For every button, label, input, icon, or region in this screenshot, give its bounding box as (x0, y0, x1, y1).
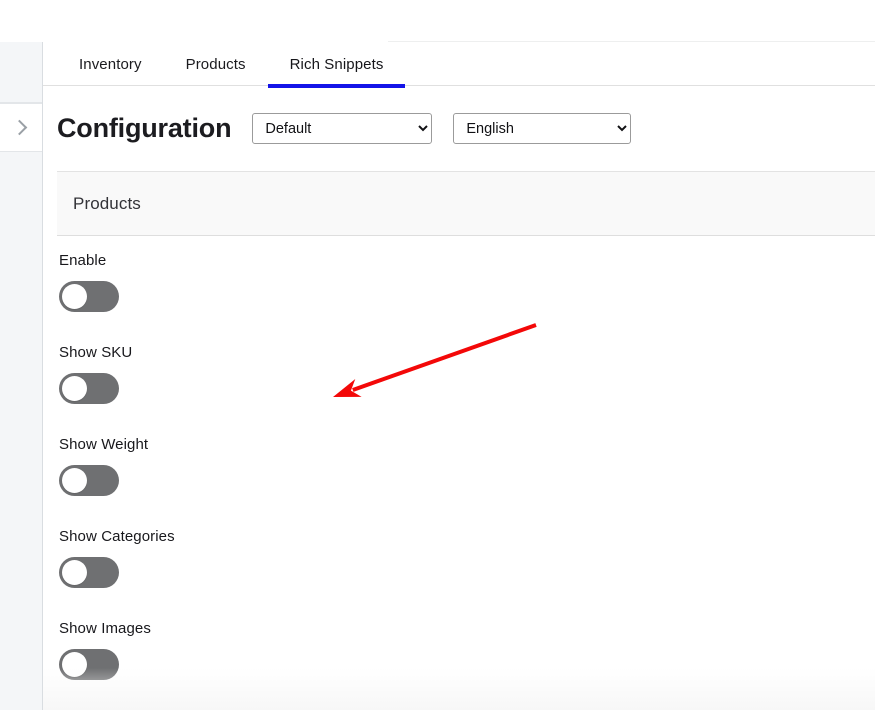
scope-select[interactable]: Default (252, 113, 433, 144)
tab-rich-snippets[interactable]: Rich Snippets (267, 42, 406, 88)
toggle-knob (62, 376, 87, 401)
field-label: Show Images (59, 620, 151, 637)
configuration-header: Configuration Default English (43, 86, 875, 171)
app-root: Inventory Products Rich Snippets Configu… (0, 0, 875, 710)
field-label: Show SKU (59, 344, 133, 361)
toggle-show-weight[interactable] (59, 465, 119, 496)
toggle-show-images[interactable] (59, 649, 119, 680)
field-label: Show Weight (59, 436, 149, 453)
tab-bar: Inventory Products Rich Snippets (43, 42, 875, 88)
sidebar-lower-strip (0, 152, 42, 710)
page-title: Configuration (57, 113, 232, 143)
field-show-images: Show Images (59, 620, 875, 680)
toggle-knob (62, 284, 87, 309)
chevron-right-icon (11, 119, 28, 136)
main-content: Inventory Products Rich Snippets Configu… (43, 42, 875, 710)
window-top-strip (0, 0, 875, 42)
field-show-categories: Show Categories (59, 528, 875, 588)
field-label: Show Categories (59, 528, 175, 545)
sidebar-expand-button[interactable] (0, 103, 42, 152)
toggle-show-sku[interactable] (59, 373, 119, 404)
tab-inventory[interactable]: Inventory (57, 42, 164, 86)
locale-select[interactable]: English (453, 113, 632, 144)
collapsed-sidebar (0, 42, 43, 710)
section-title: Products (73, 193, 141, 213)
toggle-show-categories[interactable] (59, 557, 119, 588)
field-show-sku: Show SKU (59, 344, 875, 404)
toggle-enable[interactable] (59, 281, 119, 312)
tab-products[interactable]: Products (164, 42, 268, 86)
products-section: Products (57, 171, 875, 236)
settings-list: Enable Show SKU Show Weight Show Categor… (43, 236, 875, 680)
field-enable: Enable (59, 252, 875, 312)
section-header: Products (57, 172, 875, 235)
toggle-knob (62, 652, 87, 677)
toggle-knob (62, 468, 87, 493)
toggle-knob (62, 560, 87, 585)
field-show-weight: Show Weight (59, 436, 875, 496)
field-label: Enable (59, 252, 107, 269)
sidebar-upper-strip (0, 42, 42, 103)
